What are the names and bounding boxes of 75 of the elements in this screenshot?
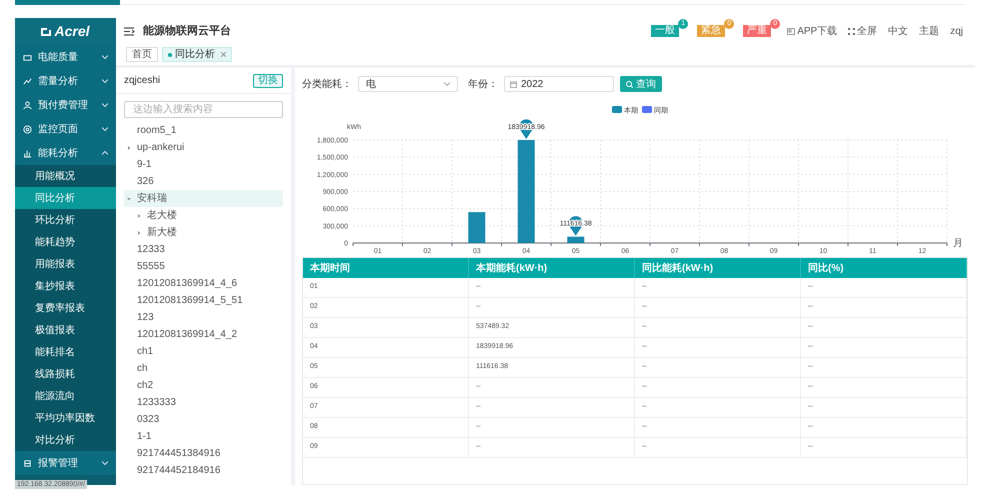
sidebar-item[interactable]: 需量分析 xyxy=(15,69,116,93)
qr-code-icon xyxy=(787,28,796,34)
close-icon[interactable] xyxy=(221,52,226,57)
tree-item[interactable]: 12012081369914_5_51 xyxy=(124,292,283,309)
field-label: 年份： xyxy=(468,78,498,92)
logo-icon xyxy=(41,26,52,36)
tree-item[interactable]: 12333 xyxy=(124,241,283,258)
chevron-down-icon xyxy=(444,82,450,86)
tree-item[interactable]: 老大楼 xyxy=(124,207,283,224)
project-name: zqjceshi xyxy=(124,74,160,88)
year-picker[interactable]: 2022 xyxy=(504,76,614,92)
tree-item[interactable]: room5_1 xyxy=(124,122,283,139)
tree-item[interactable]: ch2 xyxy=(124,377,283,394)
header-link[interactable]: 中文 xyxy=(888,24,908,38)
tree-item[interactable]: 921744451384916 xyxy=(124,445,283,462)
page-tab[interactable]: 首页 xyxy=(126,47,158,62)
category-select[interactable]: 电 xyxy=(358,76,458,92)
header-link[interactable]: APP下载 xyxy=(787,24,838,38)
menu-item-icon xyxy=(23,100,32,110)
search-field[interactable]: 这边输入搜索内容 xyxy=(124,101,283,118)
search-icon xyxy=(626,80,633,88)
tree-item[interactable]: ch1 xyxy=(124,343,283,360)
menu-item-icon xyxy=(23,52,32,62)
tree-item[interactable]: 12012081369914_4_2 xyxy=(124,326,283,343)
caret-right-icon[interactable] xyxy=(127,146,131,150)
sidebar-subitem[interactable]: 平均功率因数 xyxy=(15,407,116,429)
header-link[interactable]: 全屏 xyxy=(848,24,878,38)
page-title: 能源物联网云平台 xyxy=(143,24,231,39)
header-link[interactable]: 主题 xyxy=(919,24,940,38)
tree-item[interactable]: 326 xyxy=(124,173,283,190)
tree-item[interactable]: 9-1 xyxy=(124,156,283,173)
menu-item-icon xyxy=(23,124,32,134)
x-axis-unit: 月 xyxy=(953,238,963,249)
field-label: 分类能耗： xyxy=(302,78,352,92)
sidebar-subitem[interactable]: 用能概况 xyxy=(15,165,116,187)
sidebar-subitem[interactable]: 复费率报表 xyxy=(15,297,116,319)
menu-item-icon xyxy=(23,458,32,468)
tree-item[interactable]: 1233333 xyxy=(124,394,283,411)
sidebar-subitem[interactable]: 能耗排名 xyxy=(15,341,116,363)
sidebar-subitem[interactable]: 能耗趋势 xyxy=(15,231,116,253)
calendar-icon xyxy=(510,80,517,88)
sidebar-item[interactable]: 预付费管理 xyxy=(15,93,116,117)
sidebar-subitem[interactable]: 极值报表 xyxy=(15,319,116,341)
logo: Acrel xyxy=(54,22,90,41)
tree-item[interactable]: 12012081369914_4_6 xyxy=(124,275,283,292)
header-link[interactable]: zqj xyxy=(950,24,963,38)
sidebar-item[interactable]: 监控页面 xyxy=(15,117,116,141)
sidebar-subitem[interactable]: 对比分析 xyxy=(15,429,116,451)
sidebar-subitem[interactable]: 环比分析 xyxy=(15,209,116,231)
sidebar-subitem[interactable]: 用能报表 xyxy=(15,253,116,275)
menu-item-icon xyxy=(23,148,32,158)
fullscreen-icon xyxy=(848,28,856,34)
tree-item[interactable]: 新大楼 xyxy=(124,224,283,241)
tree-item[interactable]: 123 xyxy=(124,309,283,326)
tree-item[interactable]: ch xyxy=(124,360,283,377)
bar xyxy=(567,236,584,243)
menu-item-icon xyxy=(23,76,32,86)
menu-icon[interactable] xyxy=(124,26,135,36)
tree-item[interactable]: 安科瑞 xyxy=(124,190,283,207)
caret-right-icon[interactable] xyxy=(137,214,141,218)
sidebar-subitem[interactable]: 能源流向 xyxy=(15,385,116,407)
tree-item[interactable]: 1-1 xyxy=(124,428,283,445)
bar xyxy=(468,212,486,243)
tree-item[interactable]: 921744452184916 xyxy=(124,462,283,479)
sidebar-subitem[interactable]: 线路损耗 xyxy=(15,363,116,385)
caret-down-icon[interactable] xyxy=(127,196,131,200)
sidebar-item[interactable]: 电能质量 xyxy=(15,45,116,69)
tree-item[interactable]: 55555 xyxy=(124,258,283,275)
page-tab[interactable]: 同比分析 xyxy=(162,47,232,62)
caret-right-icon[interactable] xyxy=(137,230,141,234)
sidebar-item[interactable]: 报警管理 xyxy=(15,451,116,475)
tree-item[interactable]: 0323 xyxy=(124,411,283,428)
sidebar-subitem[interactable]: 集抄报表 xyxy=(15,275,116,297)
sidebar-item[interactable]: 能耗分析 xyxy=(15,141,116,165)
tree-item[interactable]: up-ankerui xyxy=(124,139,283,156)
